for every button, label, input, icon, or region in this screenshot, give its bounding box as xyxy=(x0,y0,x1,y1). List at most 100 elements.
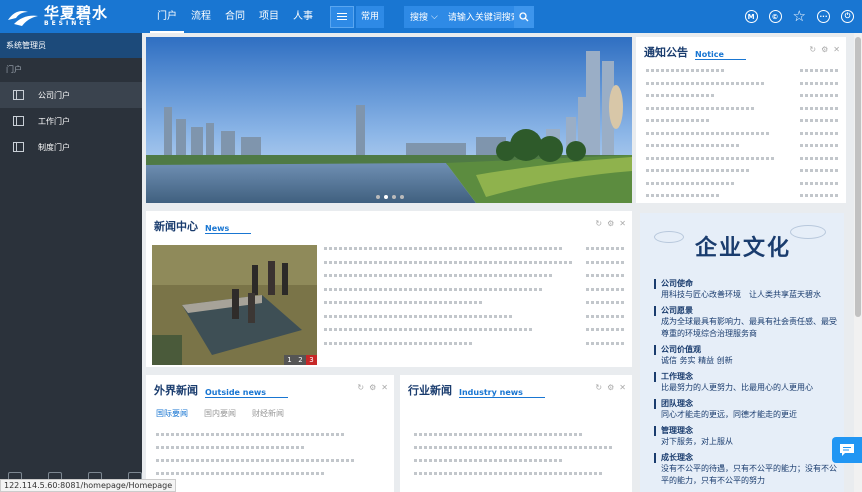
culture-item-body: 诚信 务实 精益 创新 xyxy=(661,356,733,365)
list-item[interactable] xyxy=(324,341,624,356)
main-nav: 门户 流程 合同 项目 人事 xyxy=(150,0,320,33)
culture-item: 团队理念 同心才能走的更远，同德才能走的更近 xyxy=(654,399,840,421)
m-icon[interactable]: M xyxy=(744,10,758,23)
carousel-dot[interactable] xyxy=(376,195,380,199)
gear-icon[interactable]: ⚙ xyxy=(821,45,828,54)
list-item[interactable] xyxy=(646,131,840,145)
gear-icon[interactable]: ⚙ xyxy=(607,383,614,392)
refresh-icon[interactable]: ↻ xyxy=(595,383,602,392)
search-button[interactable] xyxy=(513,5,534,28)
list-item[interactable] xyxy=(646,81,840,95)
nav-hr[interactable]: 人事 xyxy=(286,0,320,33)
chat-button[interactable] xyxy=(832,437,862,463)
pager-page[interactable]: 2 xyxy=(295,355,306,365)
nav-contract[interactable]: 合同 xyxy=(218,0,252,33)
refresh-icon[interactable]: ↻ xyxy=(357,383,364,392)
nav-portal[interactable]: 门户 xyxy=(150,0,184,33)
list-item[interactable] xyxy=(646,69,840,82)
top-icons: M © ☆ ··· ⏻ xyxy=(744,0,854,33)
culture-item-body: 对下服务，对上服从 xyxy=(661,437,733,446)
culture-item-head: 公司愿景 xyxy=(654,306,840,316)
news-list xyxy=(324,247,624,355)
search-bar: 搜搜 ⌵ xyxy=(404,5,534,28)
list-item[interactable] xyxy=(324,314,624,329)
list-item[interactable] xyxy=(156,472,386,485)
nav-project[interactable]: 项目 xyxy=(252,0,286,33)
gear-icon[interactable]: ⚙ xyxy=(607,219,614,228)
list-item[interactable] xyxy=(414,446,624,459)
tab-international[interactable]: 国际要闻 xyxy=(156,408,188,419)
photo-pager: 1 2 3 xyxy=(284,355,317,365)
panel-title: 外界新闻 Outside news xyxy=(154,382,289,398)
tab-finance[interactable]: 财经新闻 xyxy=(252,408,284,419)
nav-workflow[interactable]: 流程 xyxy=(184,0,218,33)
refresh-icon[interactable]: ↻ xyxy=(809,45,816,54)
sidebar-item-work-portal[interactable]: 工作门户 xyxy=(0,108,142,134)
sidebar-item-label: 制度门户 xyxy=(38,142,70,152)
refresh-icon[interactable]: ↻ xyxy=(595,219,602,228)
list-item[interactable] xyxy=(156,446,386,459)
news-photo[interactable]: 1 2 3 xyxy=(152,245,317,365)
list-item[interactable] xyxy=(646,94,840,107)
culture-item: 公司愿景 成为全球最具有影响力、最具有社会责任感、最受尊重的环境综合治理服务商 xyxy=(654,306,840,340)
list-item[interactable] xyxy=(646,194,840,207)
carousel-dot[interactable] xyxy=(384,195,388,199)
list-item[interactable] xyxy=(414,433,624,446)
pager-page[interactable]: 1 xyxy=(284,355,295,365)
panel-tools: ↻ ⚙ ✕ xyxy=(595,383,626,392)
banner-carousel[interactable] xyxy=(146,37,632,203)
copyright-icon[interactable]: © xyxy=(768,10,782,23)
list-item[interactable] xyxy=(324,247,624,261)
scrollbar-thumb[interactable] xyxy=(855,37,861,317)
sidebar-item-policy-portal[interactable]: 制度门户 xyxy=(0,134,142,160)
close-icon[interactable]: ✕ xyxy=(381,383,388,392)
menu-button[interactable] xyxy=(330,5,354,28)
list-item[interactable] xyxy=(414,472,624,485)
list-item[interactable] xyxy=(324,328,624,342)
portal-icon xyxy=(13,116,24,126)
panel-title-cn: 新闻中心 xyxy=(154,220,198,233)
culture-item-head: 成长理念 xyxy=(654,453,840,463)
close-icon[interactable]: ✕ xyxy=(619,219,626,228)
industry-news-list xyxy=(414,433,624,485)
list-item[interactable] xyxy=(646,144,840,157)
search-scope-label: 搜搜 xyxy=(410,13,429,23)
banner-image xyxy=(146,37,632,203)
list-item[interactable] xyxy=(646,169,840,182)
list-item[interactable] xyxy=(156,459,386,472)
panel-title-cn: 外界新闻 xyxy=(154,384,198,397)
panel-title: 行业新闻 Industry news xyxy=(408,382,545,398)
more-icon[interactable]: ··· xyxy=(817,10,830,23)
star-icon[interactable]: ☆ xyxy=(793,9,806,24)
pager-page[interactable]: 3 xyxy=(306,355,317,365)
list-item[interactable] xyxy=(646,119,840,132)
gear-icon[interactable]: ⚙ xyxy=(369,383,376,392)
carousel-dot[interactable] xyxy=(392,195,396,199)
list-item[interactable] xyxy=(646,181,840,195)
culture-item-head: 公司价值观 xyxy=(654,345,840,355)
search-scope-select[interactable]: 搜搜 ⌵ xyxy=(404,10,444,24)
top-bar: 华夏碧水 BESINCE 门户 流程 合同 项目 人事 常用 搜搜 ⌵ M © … xyxy=(0,0,862,33)
brand-logo[interactable]: 华夏碧水 BESINCE xyxy=(0,0,142,33)
list-item[interactable] xyxy=(646,156,840,170)
list-item[interactable] xyxy=(156,433,386,446)
list-item[interactable] xyxy=(324,260,624,275)
power-icon[interactable]: ⏻ xyxy=(841,10,854,23)
tab-domestic[interactable]: 国内要闻 xyxy=(204,408,236,419)
list-item[interactable] xyxy=(324,301,624,315)
page-scrollbar[interactable] xyxy=(854,33,862,492)
panel-title: 通知公告 Notice xyxy=(644,44,746,60)
common-button[interactable]: 常用 xyxy=(356,5,385,28)
close-icon[interactable]: ✕ xyxy=(833,45,840,54)
close-icon[interactable]: ✕ xyxy=(619,383,626,392)
list-item[interactable] xyxy=(324,274,624,288)
sidebar-item-company-portal[interactable]: 公司门户 xyxy=(0,82,142,108)
search-input[interactable] xyxy=(443,11,514,22)
list-item[interactable] xyxy=(324,287,624,302)
list-item[interactable] xyxy=(646,106,840,120)
portal-icon xyxy=(13,90,24,100)
carousel-dot[interactable] xyxy=(400,195,404,199)
carousel-dots xyxy=(376,195,404,199)
culture-item-body: 同心才能走的更远，同德才能走的更近 xyxy=(661,410,797,419)
list-item[interactable] xyxy=(414,459,624,472)
